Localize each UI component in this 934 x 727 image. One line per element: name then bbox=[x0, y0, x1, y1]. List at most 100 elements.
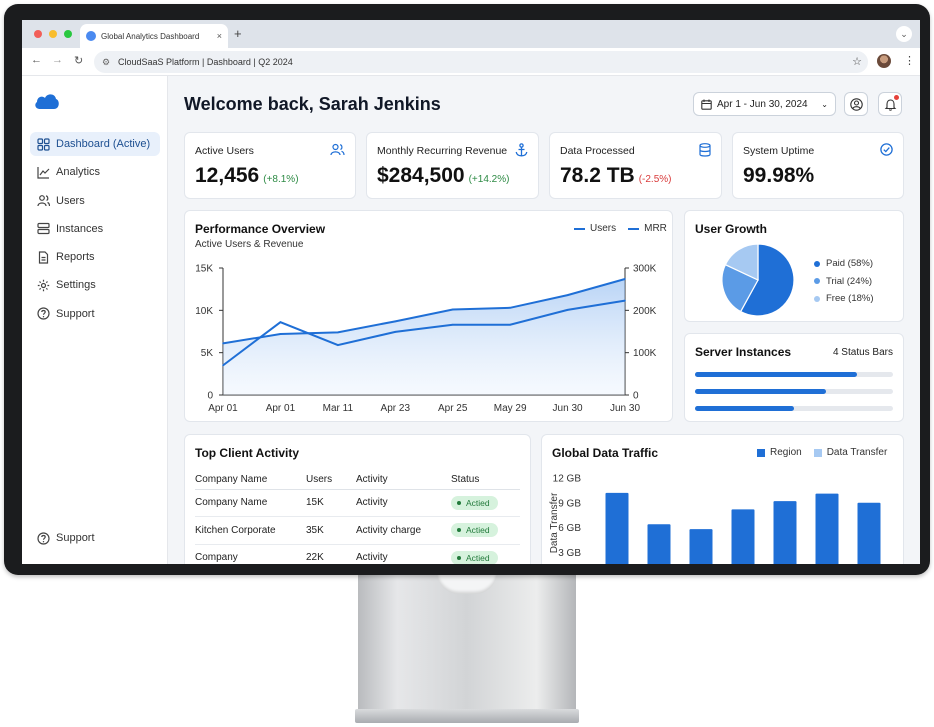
client-table: Company Name Users Activity Status Compa… bbox=[195, 471, 520, 564]
card-title: Global Data Traffic bbox=[552, 446, 659, 460]
sidebar-item-settings[interactable]: Settings bbox=[30, 273, 160, 297]
sidebar-item-label: Settings bbox=[56, 279, 96, 292]
status-badge: Actied bbox=[451, 495, 498, 510]
sidebar-item-users[interactable]: Users bbox=[30, 189, 160, 213]
server-status-fill bbox=[695, 406, 794, 411]
sidebar-item-reports[interactable]: Reports bbox=[30, 245, 160, 269]
profile-avatar[interactable] bbox=[877, 54, 891, 68]
table-row[interactable]: Company Name 15K Activity Actied bbox=[195, 489, 520, 517]
sidebar-item-analytics[interactable]: Analytics bbox=[30, 160, 160, 184]
sidebar-item-label: Support bbox=[56, 532, 95, 544]
help-icon bbox=[37, 307, 50, 320]
legend-swatch-data-transfer bbox=[813, 448, 822, 457]
kpi-card-system-uptime: System Uptime 99.98% bbox=[732, 132, 904, 199]
minimize-window-button[interactable] bbox=[49, 30, 57, 38]
y-tick-label: 15K bbox=[195, 264, 213, 275]
users-cell: 22K bbox=[306, 544, 356, 564]
maximize-window-button[interactable] bbox=[64, 30, 72, 38]
kpi-card-mrr: Monthly Recurring Revenue $284,500 (+14.2… bbox=[366, 132, 539, 199]
site-settings-icon[interactable]: ⚙ bbox=[102, 57, 110, 68]
y-tick-label: 9 GB bbox=[558, 498, 581, 509]
legend-label: Paid (58%) bbox=[826, 258, 873, 270]
notifications-button[interactable] bbox=[878, 92, 902, 116]
legend-label: Users bbox=[590, 223, 617, 234]
tab-close-button[interactable]: × bbox=[217, 31, 222, 41]
sidebar-item-instances[interactable]: Instances bbox=[30, 217, 160, 241]
column-header: Users bbox=[306, 471, 356, 490]
server-status-fill bbox=[695, 389, 826, 394]
card-title: Server Instances bbox=[695, 345, 792, 359]
performance-overview-card: Performance Overview Active Users & Reve… bbox=[184, 210, 673, 422]
column-header: Activity bbox=[356, 471, 451, 490]
sidebar: Dashboard (Active) Analytics Users Insta… bbox=[22, 76, 168, 564]
x-tick-label: Apr 25 bbox=[438, 403, 468, 414]
table-row[interactable]: Kitchen Corporate 35K Activity charge Ac… bbox=[195, 516, 520, 545]
card-title: Top Client Activity bbox=[195, 446, 300, 460]
chart-legend: Region Data Transfer bbox=[757, 447, 887, 458]
sidebar-item-support[interactable]: Support bbox=[30, 302, 160, 326]
mrr-data-point bbox=[509, 323, 511, 326]
server-count-label: 4 Status Bars bbox=[832, 347, 893, 358]
close-window-button[interactable] bbox=[34, 30, 42, 38]
y-tick-label: 12 GB bbox=[553, 474, 582, 485]
traffic-bar-chart: Data Transfer3 GB6 GB9 GB12 GB bbox=[549, 474, 881, 564]
new-tab-button[interactable]: + bbox=[234, 26, 242, 41]
legend-swatch-mrr bbox=[628, 227, 640, 230]
traffic-bar bbox=[689, 529, 713, 564]
check-circle-icon bbox=[880, 143, 893, 161]
y2-tick-label: 200K bbox=[633, 306, 657, 317]
tab-search-chevron-icon[interactable]: ⌄ bbox=[896, 26, 912, 42]
server-status-bar bbox=[695, 389, 893, 394]
column-header: Company Name bbox=[195, 471, 306, 490]
kpi-value: 12,456 (+8.1%) bbox=[195, 164, 299, 188]
kpi-change: (-2.5%) bbox=[638, 174, 672, 185]
legend-label: Free (18%) bbox=[826, 293, 874, 305]
chevron-down-icon: ⌄ bbox=[821, 99, 828, 109]
x-tick-label: Apr 01 bbox=[208, 403, 238, 414]
traffic-bar bbox=[857, 502, 881, 564]
cloud-logo-icon[interactable] bbox=[34, 92, 60, 115]
users-data-point bbox=[566, 294, 569, 296]
y-tick-label: 5K bbox=[201, 348, 214, 359]
mrr-data-point bbox=[337, 344, 339, 346]
calendar-icon bbox=[701, 99, 712, 110]
x-tick-label: Apr 01 bbox=[266, 403, 296, 414]
table-row[interactable]: Company 22K Activity Actied bbox=[195, 544, 520, 564]
users-icon bbox=[37, 195, 50, 207]
table-header-row: Company Name Users Activity Status bbox=[195, 471, 520, 490]
users-data-point bbox=[624, 278, 626, 280]
reload-icon[interactable]: ↻ bbox=[74, 54, 83, 67]
y2-tick-label: 100K bbox=[633, 348, 657, 359]
status-cell: Actied bbox=[451, 544, 520, 564]
legend-swatch-users bbox=[574, 227, 585, 230]
account-button[interactable] bbox=[844, 92, 868, 116]
forward-arrow-icon[interactable]: → bbox=[52, 54, 63, 66]
browser-tab[interactable]: Global Analytics Dashboard × bbox=[80, 24, 228, 48]
sidebar-item-dashboard[interactable]: Dashboard (Active) bbox=[30, 132, 160, 156]
kpi-label: Active Users bbox=[195, 145, 254, 157]
users-data-point bbox=[279, 333, 282, 335]
sidebar-item-support-bottom[interactable]: Support bbox=[30, 526, 160, 550]
users-cell: 35K bbox=[306, 516, 356, 545]
help-icon bbox=[37, 531, 50, 545]
traffic-bar bbox=[815, 493, 839, 564]
global-data-traffic-card: Global Data Traffic Region Data Transfer… bbox=[541, 434, 904, 564]
company-cell: Company bbox=[195, 544, 306, 564]
kpi-value-text: 99.98% bbox=[743, 164, 815, 187]
bookmark-star-icon[interactable]: ☆ bbox=[852, 55, 862, 68]
users-cell: 15K bbox=[306, 489, 356, 517]
back-arrow-icon[interactable]: ← bbox=[31, 54, 42, 66]
kpi-change: (+8.1%) bbox=[263, 174, 299, 185]
date-range-picker[interactable]: Apr 1 - Jun 30, 2024 ⌄ bbox=[693, 92, 836, 116]
kpi-label: Monthly Recurring Revenue bbox=[377, 145, 508, 157]
kpi-value: $284,500 (+14.2%) bbox=[377, 164, 509, 188]
y-tick-label: 10K bbox=[195, 306, 213, 317]
pie-legend: Paid (58%) Trial (24%) Free (18%) bbox=[814, 255, 874, 308]
browser-menu-icon[interactable]: ⋮ bbox=[904, 54, 915, 67]
kpi-card-active-users: Active Users 12,456 (+8.1%) bbox=[184, 132, 356, 199]
address-bar[interactable]: ⚙ CloudSaaS Platform | Dashboard | Q2 20… bbox=[94, 51, 868, 73]
y2-tick-label: 300K bbox=[633, 264, 657, 275]
users-data-point bbox=[394, 320, 397, 323]
y-tick-label: 6 GB bbox=[558, 523, 581, 534]
sidebar-item-label: Reports bbox=[56, 251, 95, 264]
